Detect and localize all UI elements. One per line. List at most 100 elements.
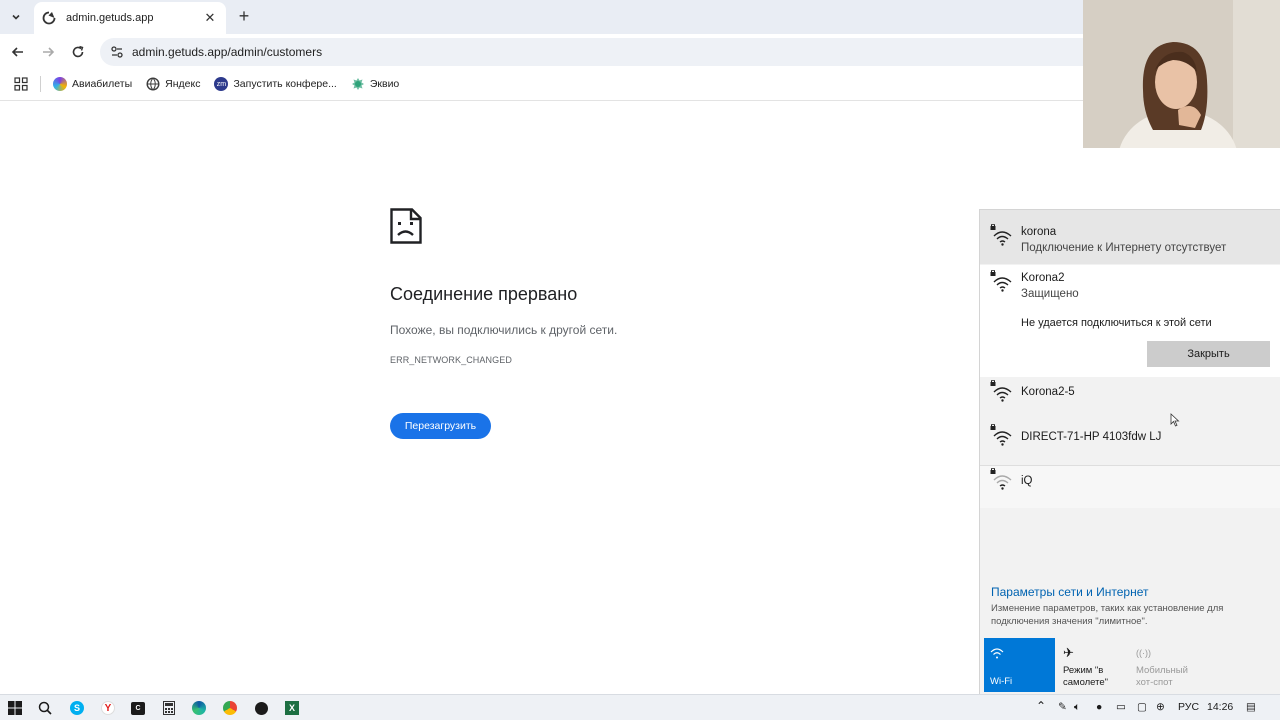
refresh-icon [72,45,84,58]
search-button[interactable] [36,699,54,717]
tab-strip: admin.getuds.app ✕ + [0,0,1083,34]
bookmark-aviasales[interactable]: Авиабилеты [53,77,132,91]
dark-app-icon [254,701,268,715]
new-tab-button[interactable]: + [234,6,254,28]
browser-toolbar: admin.getuds.app/admin/customers [0,34,1083,70]
zoom-icon: zm [214,77,229,91]
wifi-tile-label: Wi-Fi [990,676,1013,687]
chrome-taskbar-button[interactable] [221,699,239,717]
loading-spinner-icon [42,11,56,25]
yandex-browser-icon: Y [101,701,115,715]
chevron-down-icon [12,14,20,20]
start-button[interactable] [6,699,24,717]
edge-taskbar-button[interactable] [190,699,208,717]
excel-icon: X [285,701,299,715]
bookmark-yandex[interactable]: Яндекс [146,77,200,91]
person-video-image [1083,0,1280,148]
wifi-secured-icon [990,224,1012,246]
calculator-taskbar-button[interactable] [160,699,178,717]
bookmark-ekvio[interactable]: Эквио [351,77,399,91]
wifi-secured-icon [990,468,1012,490]
network-name: Korona2-5 [1021,386,1075,398]
network-globe-icon[interactable]: ⊕ [1156,701,1165,713]
mobile-hotspot-tile[interactable]: ((·)) Мобильный хот-спот [1130,638,1201,692]
bookmark-label: Авиабилеты [72,78,133,90]
ekvio-icon [351,78,364,90]
input-language[interactable]: РУС [1178,701,1199,713]
error-title: Соединение прервано [390,284,578,304]
network-name: korona [1021,226,1057,238]
show-hidden-icons-icon[interactable]: ⌃ [1036,699,1046,713]
network-item-korona2[interactable]: Korona2 Защищено Не удается подключиться… [980,265,1280,377]
sad-document-icon [390,208,422,244]
network-settings-description: Изменение параметров, таких как установл… [991,603,1224,627]
mouse-cursor-icon [1170,413,1180,427]
microphone-icon[interactable]: ● [1096,701,1102,713]
address-url: admin.getuds.app/admin/customers [132,45,323,59]
network-item-iq[interactable]: iQ [980,465,1280,508]
arrow-right-icon [43,47,55,57]
network-name: iQ [1021,475,1033,487]
excel-taskbar-button[interactable]: X [283,699,301,717]
windows-logo-icon [8,701,22,715]
terminal-icon: C [131,701,145,715]
close-button[interactable]: Закрыть [1147,341,1270,367]
network-status: Защищено [1021,288,1079,300]
taskbar: S Y C X ⌃ ✎ 🔈︎ ● ▭ ▢ ⊕ РУС 14:26 ▤ [0,694,1280,720]
battery-icon[interactable]: ▭ [1116,701,1126,713]
page-divider [0,100,1083,101]
hotspot-icon: ((·)) [1136,648,1151,658]
tab-title: admin.getuds.app [66,12,154,24]
aviasales-icon [53,77,67,91]
reload-button[interactable]: Перезагрузить [390,413,491,439]
clock[interactable]: 14:26 [1207,701,1233,713]
wifi-secured-icon [990,380,1012,402]
notifications-icon[interactable]: ▤ [1246,701,1256,713]
network-error-message: Не удается подключиться к этой сети [1021,317,1212,329]
site-settings-icon[interactable] [110,45,124,59]
back-button[interactable] [8,42,28,62]
close-tab-icon[interactable]: ✕ [202,10,218,26]
error-description: Похоже, вы подключились к другой сети. [390,323,618,337]
wifi-toggle-tile[interactable]: Wi-Fi [984,638,1055,692]
wifi-flyout: korona Подключение к Интернету отсутству… [979,209,1280,694]
app-taskbar-button[interactable] [252,699,270,717]
network-status: Подключение к Интернету отсутствует [1021,242,1227,254]
skype-taskbar-button[interactable]: S [68,699,86,717]
terminal-taskbar-button[interactable]: C [129,699,147,717]
webcam-video [1083,0,1280,148]
wifi-secured-icon [990,424,1012,446]
reload-toolbar-button[interactable] [68,42,88,62]
yandex-browser-taskbar-button[interactable]: Y [99,699,117,717]
address-bar[interactable]: admin.getuds.app/admin/customers [100,38,1083,66]
bookmark-label: Эквио [369,78,400,90]
calculator-icon [163,701,175,715]
network-settings-link[interactable]: Параметры сети и Интернет [991,585,1149,599]
search-icon [38,701,52,715]
error-code[interactable]: ERR_NETWORK_CHANGED [390,355,512,365]
hotspot-tile-label: Мобильный хот-спот [1136,665,1188,688]
volume-icon[interactable]: 🔈︎ [1074,701,1080,714]
tab-search-button[interactable] [6,7,26,27]
bookmark-label: Запустить конфере... [233,78,337,90]
network-item-korona2-5[interactable]: Korona2-5 [980,378,1280,422]
apps-grid-icon[interactable] [14,77,28,91]
bookmarks-separator [40,76,41,92]
bookmark-zoom[interactable]: zm Запустить конфере... [214,77,337,91]
airplane-mode-tile[interactable]: ✈ Режим "в самолете" [1057,638,1128,692]
wifi-secured-icon [990,270,1012,292]
network-name: DIRECT-71-HP 4103fdw LJ [1021,431,1162,443]
browser-tab[interactable]: admin.getuds.app ✕ [34,2,226,34]
airplane-tile-label: Режим "в самолете" [1063,665,1109,688]
forward-button[interactable] [38,42,58,62]
pen-icon[interactable]: ✎ [1058,701,1067,713]
yandex-globe-icon [146,77,160,91]
edge-icon [192,701,206,715]
network-item-korona[interactable]: korona Подключение к Интернету отсутству… [980,210,1280,264]
arrow-left-icon [11,47,23,57]
chat-icon[interactable]: ▢ [1137,701,1147,713]
bookmarks-bar: Авиабилеты Яндекс zm Запустить конфере..… [0,70,1083,98]
network-item-direct-hp[interactable]: DIRECT-71-HP 4103fdw LJ [980,422,1280,464]
airplane-icon: ✈ [1063,645,1074,660]
bookmark-label: Яндекс [165,78,201,90]
